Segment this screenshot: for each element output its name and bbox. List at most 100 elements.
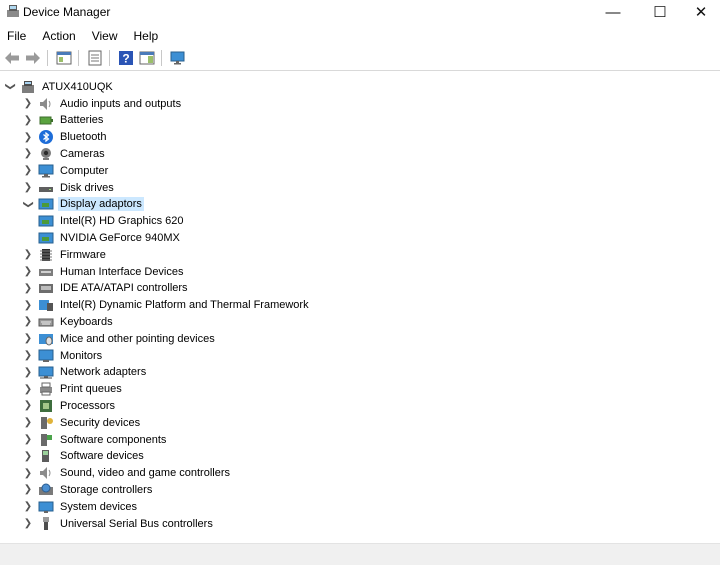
tree-category-label: Network adapters bbox=[60, 366, 147, 379]
tree-category-label: Human Interface Devices bbox=[60, 265, 184, 278]
tree-category-computer[interactable]: ❯ Computer bbox=[22, 162, 110, 179]
scan-hardware-changes-button[interactable] bbox=[169, 49, 187, 67]
ide-icon bbox=[38, 280, 54, 296]
help-button[interactable]: ? bbox=[117, 49, 135, 67]
close-button[interactable]: ✕ bbox=[678, 0, 720, 24]
menu-view[interactable]: View bbox=[92, 27, 118, 46]
back-button[interactable] bbox=[3, 49, 21, 67]
tree-category-label: Software devices bbox=[60, 450, 144, 463]
tree-category-keyboards[interactable]: ❯ Keyboards bbox=[22, 313, 115, 330]
menu-action[interactable]: Action bbox=[42, 27, 75, 46]
software-component-icon bbox=[38, 432, 54, 448]
chevron-right-icon[interactable]: ❯ bbox=[22, 515, 34, 532]
tree-category-batteries[interactable]: ❯ Batteries bbox=[22, 112, 105, 129]
tree-category-bluetooth[interactable]: ❯ Bluetooth bbox=[22, 129, 108, 146]
tree-category-monitors[interactable]: ❯ Monitors bbox=[22, 347, 104, 364]
chevron-right-icon[interactable]: ❯ bbox=[22, 297, 34, 314]
chevron-right-icon[interactable]: ❯ bbox=[22, 162, 34, 179]
chevron-right-icon[interactable]: ❯ bbox=[22, 448, 34, 465]
tree-category-storage-controllers[interactable]: ❯ Storage controllers bbox=[22, 481, 154, 498]
show-hide-console-tree-button[interactable] bbox=[55, 49, 73, 67]
tree-category-label: Batteries bbox=[60, 114, 104, 127]
device-manager-app-icon bbox=[6, 4, 20, 18]
tree-category-label: Firmware bbox=[60, 248, 106, 261]
tree-category-label: Security devices bbox=[60, 416, 141, 429]
tree-category-security-devices[interactable]: ❯ Security devices bbox=[22, 414, 142, 431]
menu-bar: File Action View Help bbox=[0, 27, 167, 46]
tree-category-audio-inputs-and-outputs[interactable]: ❯ Audio inputs and outputs bbox=[22, 95, 183, 112]
computer-icon bbox=[38, 163, 54, 179]
maximize-button[interactable]: ☐ bbox=[637, 0, 683, 24]
processor-icon bbox=[38, 398, 54, 414]
chevron-right-icon[interactable]: ❯ bbox=[22, 313, 34, 330]
tree-category-cameras[interactable]: ❯ Cameras bbox=[22, 145, 107, 162]
tree-category-universal-serial-bus-controllers[interactable]: ❯ Universal Serial Bus controllers bbox=[22, 515, 215, 532]
tree-category-software-devices[interactable]: ❯ Software devices bbox=[22, 448, 146, 465]
tree-category-human-interface-devices[interactable]: ❯ Human Interface Devices bbox=[22, 263, 186, 280]
tree-category-mice-and-other-pointing-devices[interactable]: ❯ Mice and other pointing devices bbox=[22, 330, 217, 347]
chevron-right-icon[interactable]: ❯ bbox=[22, 347, 34, 364]
chevron-right-icon[interactable]: ❯ bbox=[22, 465, 34, 482]
chevron-right-icon[interactable]: ❯ bbox=[22, 498, 34, 515]
chevron-right-icon[interactable]: ❯ bbox=[22, 431, 34, 448]
menu-help[interactable]: Help bbox=[134, 27, 159, 46]
chevron-right-icon[interactable]: ❯ bbox=[22, 263, 34, 280]
camera-icon bbox=[38, 146, 54, 162]
storage-controller-icon bbox=[38, 482, 54, 498]
scan-monitor-icon bbox=[170, 51, 185, 65]
computer-icon bbox=[20, 79, 36, 95]
display-adapter-icon bbox=[38, 213, 54, 229]
toolbar-separator bbox=[78, 50, 79, 66]
menu-file[interactable]: File bbox=[7, 27, 26, 46]
tree-root[interactable]: ❯ ATUX410UQK bbox=[4, 78, 115, 95]
battery-icon bbox=[38, 112, 54, 128]
chevron-right-icon[interactable]: ❯ bbox=[22, 280, 34, 297]
back-arrow-icon bbox=[5, 52, 19, 64]
chevron-right-icon[interactable]: ❯ bbox=[22, 397, 34, 414]
speaker-icon bbox=[38, 96, 54, 112]
tree-category-ide-ata-atapi-controllers[interactable]: ❯ IDE ATA/ATAPI controllers bbox=[22, 280, 190, 297]
display-adapter-icon bbox=[38, 230, 54, 246]
chevron-right-icon[interactable]: ❯ bbox=[22, 381, 34, 398]
tree-category-processors[interactable]: ❯ Processors bbox=[22, 397, 117, 414]
tree-category-disk-drives[interactable]: ❯ Disk drives bbox=[22, 179, 116, 196]
tree-category-software-components[interactable]: ❯ Software components bbox=[22, 431, 168, 448]
tree-category-label: Software components bbox=[60, 433, 167, 446]
tree-device-label: Intel(R) HD Graphics 620 bbox=[60, 215, 184, 228]
tree-category-firmware[interactable]: ❯ Firmware bbox=[22, 246, 108, 263]
chevron-right-icon[interactable]: ❯ bbox=[22, 414, 34, 431]
chevron-right-icon[interactable]: ❯ bbox=[22, 246, 34, 263]
display-adapter-icon bbox=[38, 196, 54, 212]
chevron-right-icon[interactable]: ❯ bbox=[22, 364, 34, 381]
chevron-right-icon[interactable]: ❯ bbox=[22, 481, 34, 498]
tree-category-label: Cameras bbox=[60, 147, 105, 160]
chevron-right-icon[interactable]: ❯ bbox=[22, 112, 34, 129]
tree-category-network-adapters[interactable]: ❯ Network adapters bbox=[22, 364, 148, 381]
chevron-right-icon[interactable]: ❯ bbox=[22, 95, 34, 112]
chevron-right-icon[interactable]: ❯ bbox=[22, 129, 34, 146]
tree-category-intel-r-dynamic-platform-and-thermal-framework[interactable]: ❯ Intel(R) Dynamic Platform and Thermal F… bbox=[22, 297, 311, 314]
tree-device-item[interactable]: NVIDIA GeForce 940MX bbox=[22, 229, 182, 246]
minimize-button[interactable]: — bbox=[590, 0, 636, 24]
forward-arrow-icon bbox=[26, 52, 40, 64]
tree-category-display-adaptors[interactable]: ❯ Display adaptors bbox=[22, 196, 144, 213]
chevron-right-icon[interactable]: ❯ bbox=[22, 330, 34, 347]
tree-category-system-devices[interactable]: ❯ System devices bbox=[22, 498, 139, 515]
tree-category-sound-video-and-game-controllers[interactable]: ❯ Sound, video and game controllers bbox=[22, 465, 232, 482]
action-pane-button[interactable] bbox=[138, 49, 156, 67]
chevron-down-icon[interactable]: ❯ bbox=[2, 81, 19, 93]
chevron-down-icon[interactable]: ❯ bbox=[20, 198, 37, 210]
tree-category-print-queues[interactable]: ❯ Print queues bbox=[22, 381, 124, 398]
tree-root-label: ATUX410UQK bbox=[42, 80, 113, 93]
tree-device-item[interactable]: Intel(R) HD Graphics 620 bbox=[22, 213, 186, 230]
system-device-icon bbox=[38, 499, 54, 515]
chevron-right-icon[interactable]: ❯ bbox=[22, 179, 34, 196]
tree-category-label: Storage controllers bbox=[60, 483, 153, 496]
forward-button[interactable] bbox=[24, 49, 42, 67]
properties-button[interactable] bbox=[86, 49, 104, 67]
chevron-right-icon[interactable]: ❯ bbox=[22, 145, 34, 162]
security-device-icon bbox=[38, 415, 54, 431]
tree-category-label: Universal Serial Bus controllers bbox=[60, 517, 213, 530]
